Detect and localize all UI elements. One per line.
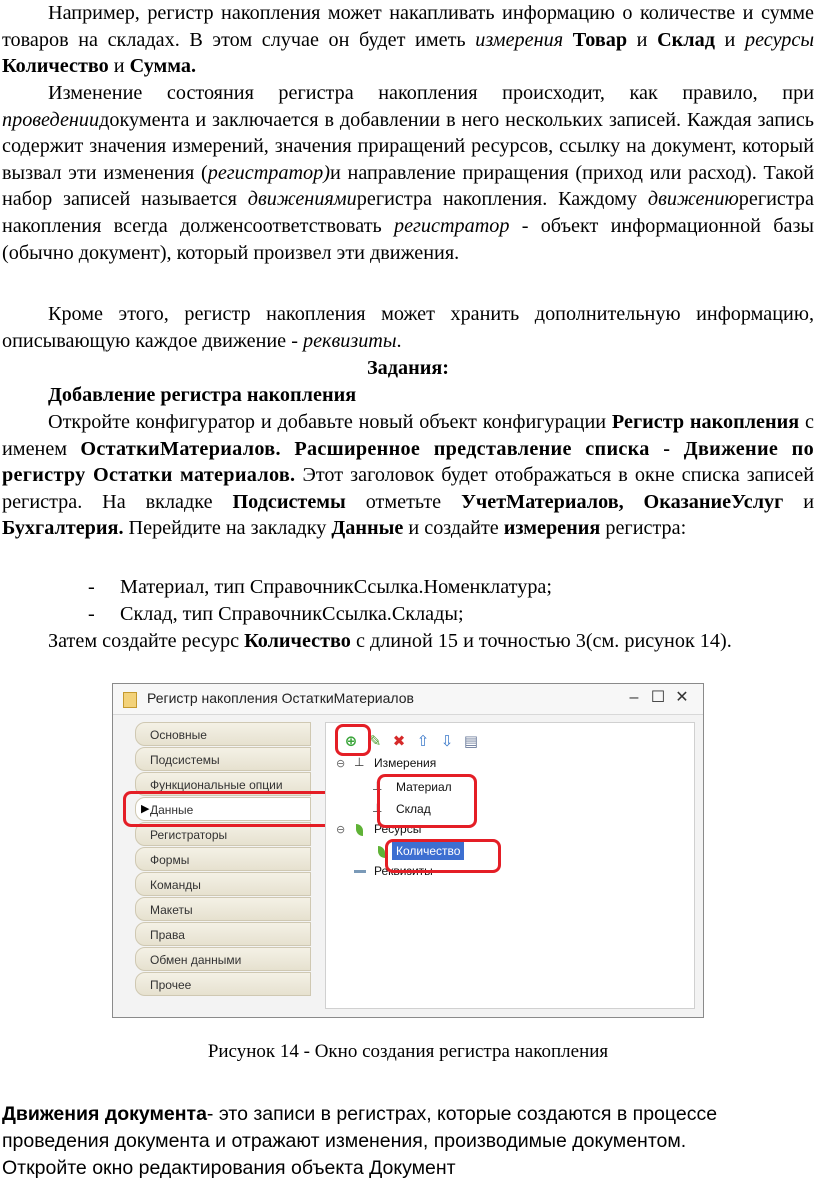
tree-dimensions[interactable]: Измерения bbox=[374, 756, 436, 770]
term-sum: Сумма. bbox=[129, 55, 197, 78]
attributes-icon bbox=[354, 870, 366, 873]
highlight-quantity bbox=[385, 839, 501, 873]
paragraph-document-movements: Движения документа- это записи в регистр… bbox=[0, 1101, 816, 1155]
nav-item-forms[interactable]: Формы bbox=[135, 847, 311, 871]
nav-item-commands[interactable]: Команды bbox=[135, 872, 311, 896]
term-registrar: регистратор) bbox=[207, 161, 330, 184]
term-registrar-2: регистратор bbox=[393, 214, 510, 237]
paragraph-state-change: Изменение состояния регистра накопления … bbox=[0, 80, 816, 266]
list-item-text: Склад, тип СправочникСсылка.Склады; bbox=[120, 603, 464, 625]
term-accumulation-register: Регистр накопления bbox=[611, 411, 800, 433]
resource-icon bbox=[356, 824, 363, 836]
term-warehouse: Склад bbox=[657, 28, 715, 51]
term-subsystems: Подсистемы bbox=[232, 490, 346, 513]
window-title: Регистр накопления ОстаткиМатериалов bbox=[147, 690, 414, 706]
paragraph-instructions: Откройте конфигуратор и добавьте новый о… bbox=[0, 409, 816, 542]
text: Откройте конфигуратор и добавьте новый о… bbox=[48, 411, 612, 433]
close-icon[interactable]: ✕ bbox=[673, 688, 691, 708]
term-quantity-resource: Количество bbox=[244, 630, 351, 652]
nav-item-other[interactable]: Прочее bbox=[135, 972, 311, 996]
list-item: - Склад, тип СправочникСсылка.Склады; bbox=[0, 601, 816, 628]
text: и bbox=[714, 28, 745, 51]
section-heading-text: Добавление регистра накопления bbox=[48, 384, 357, 406]
text: и создайте bbox=[403, 517, 504, 540]
term-dimensions: измерения bbox=[475, 28, 564, 51]
term-movement: движению bbox=[647, 188, 739, 211]
window-titlebar: Регистр накопления ОстаткиМатериалов – ☐… bbox=[113, 684, 703, 715]
text: регистра накопления. Каждому bbox=[356, 188, 648, 211]
resource-icon bbox=[378, 846, 385, 858]
text: регистра: bbox=[600, 517, 687, 540]
dimension-icon: ⊥ bbox=[354, 755, 365, 769]
list-item: - Материал, тип СправочникСсылка.Номенкла… bbox=[0, 574, 816, 601]
term-attributes: реквизиты bbox=[302, 329, 397, 352]
highlight-dimensions bbox=[377, 774, 477, 828]
term-accounting: Бухгалтерия. bbox=[2, 517, 124, 540]
text: с длиной 15 и точностью 3(см. рисунок 14… bbox=[350, 630, 732, 652]
highlight-data-tab bbox=[123, 791, 335, 827]
nav-item-basic[interactable]: Основные bbox=[135, 722, 311, 746]
list-dash: - bbox=[88, 603, 95, 625]
list-dash: - bbox=[88, 576, 95, 598]
collapse-icon[interactable]: ⊖ bbox=[336, 757, 345, 770]
sort-icon[interactable]: ▤ bbox=[462, 733, 480, 751]
term-posting: проведении bbox=[2, 108, 100, 131]
term-movements: движениями bbox=[247, 188, 357, 211]
term-product: Товар bbox=[572, 28, 628, 51]
paragraph-open-document: Откройте окно редактирования объекта Док… bbox=[2, 1157, 456, 1179]
section-heading: Добавление регистра накопления bbox=[46, 382, 810, 409]
paragraph-resource: Затем создайте ресурс Количество с длино… bbox=[0, 628, 816, 655]
tasks-heading: Задания: bbox=[0, 355, 816, 382]
tasks-heading-text: Задания: bbox=[367, 357, 449, 379]
text: . bbox=[396, 329, 402, 352]
text: и bbox=[108, 55, 130, 78]
term-subsystem-list: УчетМатериалов, ОказаниеУслуг bbox=[461, 490, 784, 513]
delete-icon[interactable]: ✖ bbox=[390, 733, 408, 751]
term-quantity: Количество bbox=[2, 55, 109, 78]
figure-caption: Рисунок 14 - Окно создания регистра нако… bbox=[207, 1041, 609, 1062]
minimize-icon[interactable]: – bbox=[625, 688, 643, 708]
text: Изменение состояния регистра накопления … bbox=[48, 82, 814, 104]
move-down-icon[interactable]: ⇩ bbox=[438, 733, 456, 751]
highlight-add-button bbox=[335, 724, 371, 756]
paragraph-accumulation-example: Например, регистр накопления может накап… bbox=[0, 0, 816, 80]
paragraph-attributes: Кроме этого, регистр накопления может хр… bbox=[0, 301, 816, 354]
text: отметьте bbox=[345, 490, 462, 513]
text: Перейдите на закладку bbox=[123, 517, 332, 540]
term-document-movements: Движения документа bbox=[2, 1103, 207, 1125]
text: Кроме этого, регистр накопления может хр… bbox=[2, 303, 814, 352]
nav-item-data-exchange[interactable]: Обмен данными bbox=[135, 947, 311, 971]
list-item-text: Материал, тип СправочникСсылка.Номенклат… bbox=[120, 576, 552, 598]
text: и bbox=[783, 490, 814, 513]
nav-item-subsystems[interactable]: Подсистемы bbox=[135, 747, 311, 771]
nav-item-templates[interactable]: Макеты bbox=[135, 897, 311, 921]
maximize-icon[interactable]: ☐ bbox=[649, 688, 667, 708]
nav-item-rights[interactable]: Права bbox=[135, 922, 311, 946]
term-dimensions-bold: измерения bbox=[503, 517, 601, 540]
nav-panel: Основные Подсистемы Функциональные опции… bbox=[125, 722, 321, 1006]
collapse-icon[interactable]: ⊖ bbox=[336, 823, 345, 836]
move-up-icon[interactable]: ⇧ bbox=[414, 733, 432, 751]
text: и bbox=[627, 28, 658, 51]
register-icon bbox=[123, 692, 137, 708]
register-window-screenshot: Регистр накопления ОстаткиМатериалов – ☐… bbox=[112, 683, 704, 1018]
data-panel: ⊕ ✎ ✖ ⇧ ⇩ ▤ ⊖ ⊥ Измерения ⊥ Материал ⊥ С… bbox=[325, 722, 695, 1009]
text: Затем создайте ресурс bbox=[48, 630, 245, 652]
term-resources: ресурсы bbox=[744, 28, 814, 51]
term-data-tab: Данные bbox=[331, 517, 404, 540]
